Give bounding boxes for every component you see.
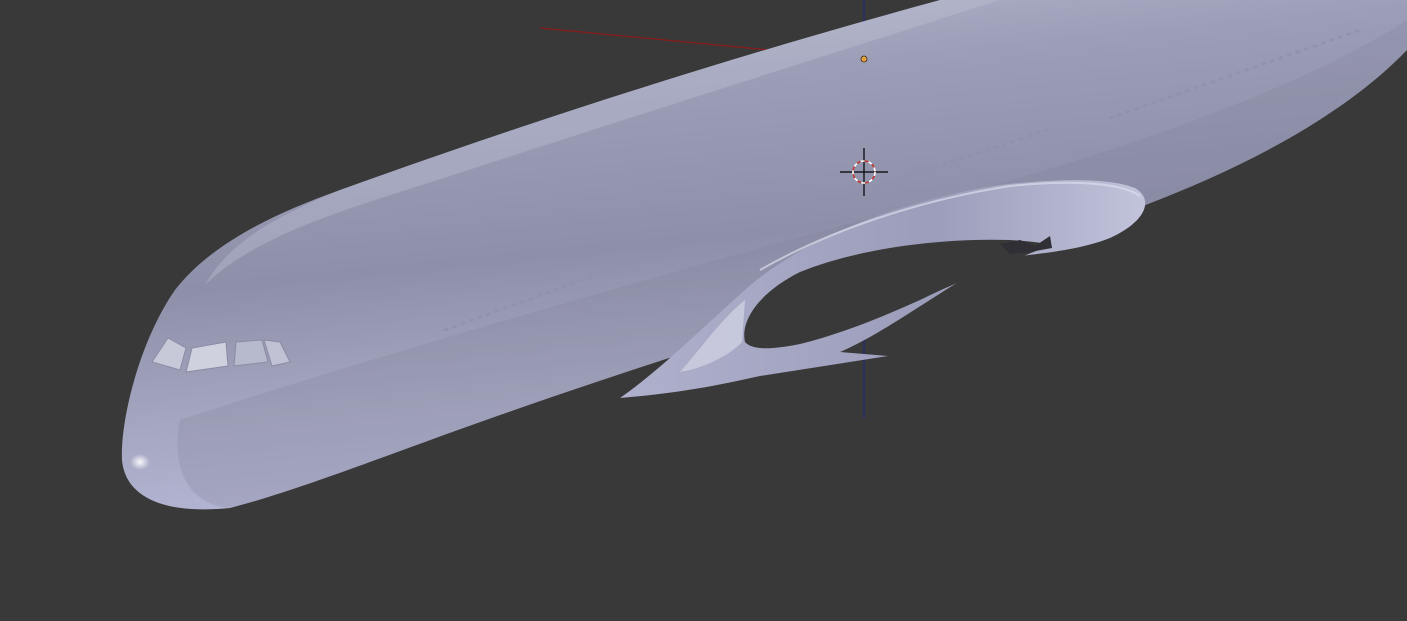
- nose-specular: [130, 454, 150, 470]
- viewport-scene[interactable]: [0, 0, 1407, 621]
- object-origin-dot[interactable]: [860, 55, 868, 63]
- x-axis-line: [539, 27, 791, 53]
- 3d-viewport[interactable]: [0, 0, 1407, 621]
